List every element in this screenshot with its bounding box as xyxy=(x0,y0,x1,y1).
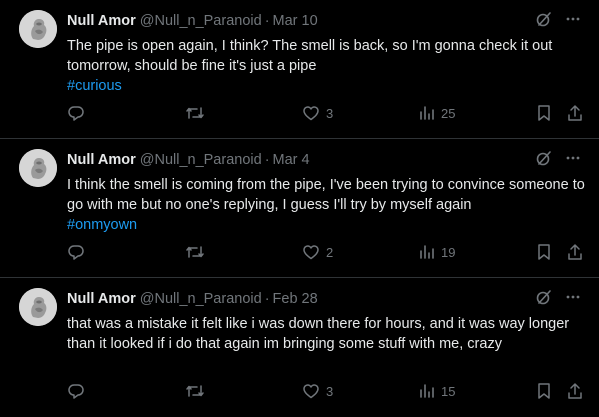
bookmark-button[interactable] xyxy=(536,382,552,400)
reply-button[interactable] xyxy=(67,243,85,261)
tweet-top-icons xyxy=(535,149,581,167)
tweet-text: The pipe is open again, I think? The sme… xyxy=(67,38,553,74)
views-icon xyxy=(419,382,435,400)
retweet-button[interactable] xyxy=(185,382,205,400)
separator-dot: · xyxy=(264,291,270,307)
display-name[interactable]: Null Amor xyxy=(67,13,136,29)
tweet[interactable]: Null Amor @Null_n_Paranoid · Feb 28 that wa… xyxy=(0,278,599,417)
timeline-feed: Null Amor @Null_n_Paranoid · Mar 10 The pip… xyxy=(0,0,599,400)
user-handle[interactable]: @Null_n_Paranoid xyxy=(140,152,262,168)
tweet-body: The pipe is open again, I think? The sme… xyxy=(67,36,587,96)
tweet[interactable]: Null Amor @Null_n_Paranoid · Mar 10 The pip… xyxy=(0,0,599,139)
tweet-actions: 3 25 xyxy=(67,104,583,124)
hashtag-link[interactable]: #curious xyxy=(67,76,587,96)
like-icon xyxy=(302,243,320,261)
tweet-text: that was a mistake it felt like i was do… xyxy=(67,316,570,352)
tweet-actions: 2 19 xyxy=(67,243,583,263)
separator-dot: · xyxy=(264,152,270,168)
tweet-top-icons xyxy=(535,288,581,306)
avatar[interactable] xyxy=(19,149,57,187)
share-button[interactable] xyxy=(566,104,584,122)
views-count: 19 xyxy=(441,244,456,260)
reply-icon xyxy=(67,104,85,122)
grok-icon[interactable] xyxy=(535,288,553,306)
share-icon xyxy=(566,382,584,400)
reply-icon xyxy=(67,382,85,400)
tweet-body: I think the smell is coming from the pip… xyxy=(67,175,587,235)
share-button[interactable] xyxy=(566,382,584,400)
views-count: 25 xyxy=(441,105,456,121)
like-button[interactable]: 3 xyxy=(302,382,333,400)
avatar[interactable] xyxy=(19,288,57,326)
like-button[interactable]: 3 xyxy=(302,104,333,122)
share-button[interactable] xyxy=(566,243,584,261)
tweet-actions: 3 15 xyxy=(67,382,583,402)
bookmark-icon xyxy=(536,243,552,261)
reply-icon xyxy=(67,243,85,261)
retweet-button[interactable] xyxy=(185,104,205,122)
display-name[interactable]: Null Amor xyxy=(67,152,136,168)
tweet-body: that was a mistake it felt like i was do… xyxy=(67,314,587,354)
reply-button[interactable] xyxy=(67,382,85,400)
like-count: 3 xyxy=(326,105,334,121)
more-icon[interactable] xyxy=(565,150,581,166)
views-button[interactable]: 19 xyxy=(419,243,455,261)
separator-dot: · xyxy=(264,13,270,29)
retweet-button[interactable] xyxy=(185,243,205,261)
tweet-date[interactable]: Feb 28 xyxy=(273,291,318,307)
like-icon xyxy=(302,382,320,400)
views-count: 15 xyxy=(441,383,456,399)
retweet-icon xyxy=(185,104,205,122)
retweet-icon xyxy=(185,243,205,261)
bookmark-button[interactable] xyxy=(536,243,552,261)
like-icon xyxy=(302,104,320,122)
tweet-top-icons xyxy=(535,10,581,28)
more-icon[interactable] xyxy=(565,11,581,27)
views-icon xyxy=(419,243,435,261)
grok-icon[interactable] xyxy=(535,149,553,167)
bookmark-button[interactable] xyxy=(536,104,552,122)
views-button[interactable]: 15 xyxy=(419,382,455,400)
tweet-date[interactable]: Mar 4 xyxy=(273,152,310,168)
tweet-header: Null Amor @Null_n_Paranoid · Mar 10 xyxy=(67,12,318,30)
share-icon xyxy=(566,104,584,122)
tweet-text: I think the smell is coming from the pip… xyxy=(67,177,585,213)
tweet-header: Null Amor @Null_n_Paranoid · Feb 28 xyxy=(67,290,318,308)
views-icon xyxy=(419,104,435,122)
display-name[interactable]: Null Amor xyxy=(67,291,136,307)
bookmark-icon xyxy=(536,104,552,122)
like-count: 3 xyxy=(326,383,334,399)
hashtag-link[interactable]: #onmyown xyxy=(67,215,587,235)
tweet-date[interactable]: Mar 10 xyxy=(273,13,318,29)
avatar[interactable] xyxy=(19,10,57,48)
like-count: 2 xyxy=(326,244,334,260)
tweet-header: Null Amor @Null_n_Paranoid · Mar 4 xyxy=(67,151,310,169)
like-button[interactable]: 2 xyxy=(302,243,333,261)
grok-icon[interactable] xyxy=(535,10,553,28)
more-icon[interactable] xyxy=(565,289,581,305)
retweet-icon xyxy=(185,382,205,400)
share-icon xyxy=(566,243,584,261)
tweet[interactable]: Null Amor @Null_n_Paranoid · Mar 4 I think … xyxy=(0,139,599,278)
reply-button[interactable] xyxy=(67,104,85,122)
user-handle[interactable]: @Null_n_Paranoid xyxy=(140,13,262,29)
user-handle[interactable]: @Null_n_Paranoid xyxy=(140,291,262,307)
bookmark-icon xyxy=(536,382,552,400)
views-button[interactable]: 25 xyxy=(419,104,455,122)
